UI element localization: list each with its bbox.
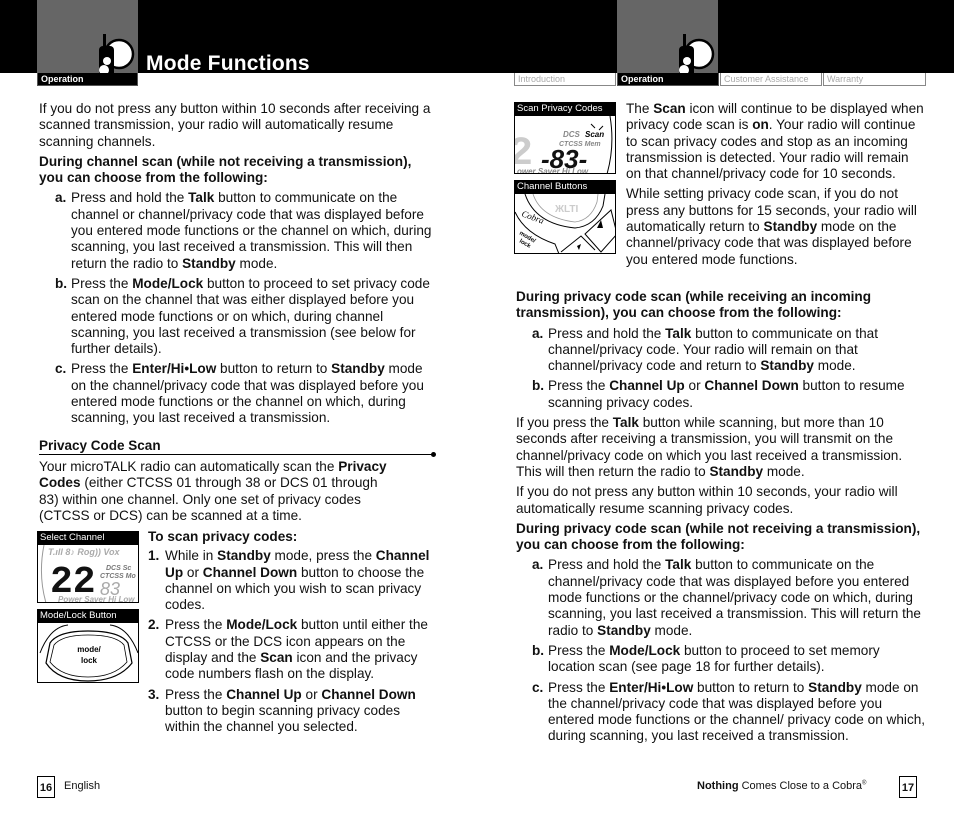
figure-label-scan-privacy-codes: Scan Privacy Codes [514,102,616,116]
not-receiving-option: b. Press the Mode/Lock button to proceed … [516,643,926,676]
svg-text:T.ıll 8♪ Rog)) Vox: T.ıll 8♪ Rog)) Vox [48,547,120,557]
privacy-scan-intro: Your microTALK radio can automatically s… [39,459,389,524]
receiving-option: b. Press the Channel Up or Channel Down b… [516,378,926,411]
scan-step-label: 3. [148,686,160,702]
scan-info-text: The Scan icon will continue to be displa… [626,101,926,268]
scan-steps: To scan privacy codes: 1. While in Standb… [148,529,438,736]
scan-indicator: Scan [585,130,604,139]
channel-scan-heading: During channel scan (while not receiving… [39,153,412,186]
scan-step: 2. Press the Mode/Lock button until eithe… [148,617,438,682]
scan-step-label: 2. [148,617,160,633]
scan-info-paragraph-1: The Scan icon will continue to be displa… [626,101,924,182]
channel-scan-option-text: Press the Mode/Lock button to proceed to… [71,275,430,357]
talk-paragraph: If you press the Talk button while scann… [516,415,903,479]
channel-scan-option-text: Press and hold the Talk button to commun… [71,190,432,271]
registered-mark: ® [862,780,867,787]
section-tab-operation: Operation [37,73,138,86]
receiving-option-text: Press and hold the Talk button to commun… [548,325,878,374]
mode-lock-line2: lock [81,656,98,665]
mode-lock-button-image: mode/ lock [39,624,138,682]
nav-tab-introduction[interactable]: Introduction [514,73,616,86]
receiving-option: a. Press and hold the Talk button to comm… [516,326,926,375]
channel-scan-option: c. Press the Enter/Hi•Low button to retur… [39,361,434,426]
footer-tagline: Nothing Comes Close to a Cobra® [697,780,866,792]
figure-mode-lock-button: mode/ lock [37,623,139,683]
scan-step-text: Press the Channel Up or Channel Down but… [165,686,416,735]
figure-channel-buttons: ЖLTI Cobra mode/ lock [514,194,616,254]
nav-tab-warranty[interactable]: Warranty [823,73,926,86]
scan-step: 1. While in Standby mode, press the Chann… [148,548,438,613]
figure-select-channel-display: T.ıll 8♪ Rog)) Vox 22 DCS Sc CTCSS Mo 83… [37,545,139,603]
resume-paragraph: If you do not press any button within 10… [516,484,898,516]
nav-tab-operation[interactable]: Operation [617,73,719,86]
channel-scan-option: b. Press the Mode/Lock button to proceed … [39,276,434,357]
nav-tab-customer-assistance[interactable]: Customer Assistance [720,73,822,86]
receiving-option-label: a. [532,325,544,341]
channel-scan-option: a. Press and hold the Talk button to comm… [39,190,434,271]
page-number-left: 16 [37,776,55,798]
section-divider [39,454,434,455]
scan-info-paragraph-2: While setting privacy code scan, if you … [626,186,917,267]
left-page-body: If you do not press any button within 10… [39,101,434,427]
svg-text:DCS Sc: DCS Sc [106,565,131,572]
receiving-option-label: b. [532,378,545,394]
figure-label-select-channel: Select Channel [37,531,139,545]
not-receiving-option-label: b. [532,642,545,658]
not-receiving-option-label: a. [532,557,544,573]
not-receiving-option: c. Press the Enter/Hi•Low button to retur… [516,680,926,745]
channel-scan-option-text: Press the Enter/Hi•Low button to return … [71,361,424,426]
lcd-display-image: T.ıll 8♪ Rog)) Vox 22 DCS Sc CTCSS Mo 83… [40,545,137,603]
right-page-body: During privacy code scan (while receivin… [516,289,926,745]
svg-text:ower Saver Hi Low: ower Saver Hi Low [517,167,589,174]
not-receiving-option-label: c. [532,679,544,695]
receiving-option-text: Press the Channel Up or Channel Down but… [548,378,905,410]
mode-lock-line1: mode/ [77,645,101,654]
footer-language: English [64,780,101,792]
privacy-scan-intro-text: Your microTALK radio can automatically s… [39,459,387,523]
not-receiving-option-text: Press the Enter/Hi•Low button to return … [548,679,926,744]
scan-step-text: Press the Mode/Lock button until either … [165,617,428,682]
intro-paragraph: If you do not press any button within 10… [39,101,431,149]
svg-text:ЖLTI: ЖLTI [554,204,579,215]
page-number-right: 17 [899,776,917,798]
svg-text:Power Saver Hi Low: Power Saver Hi Low [58,595,135,603]
scan-step-label: 1. [148,548,160,564]
section-heading-privacy-code-scan: Privacy Code Scan [39,438,161,453]
svg-text:DCS: DCS [563,130,581,139]
channel-buttons-image: ЖLTI Cobra mode/ lock [515,194,615,253]
not-receiving-heading: During privacy code scan (while not rece… [516,520,921,553]
section-divider-dot [431,452,436,457]
figure-scan-privacy-codes-display: 2 DCS Scan CTCSS Mem -83- ower Saver Hi … [514,116,616,174]
channel-scan-option-label: c. [55,361,67,377]
not-receiving-option: a. Press and hold the Talk button to comm… [516,557,926,638]
page-title: Mode Functions [146,52,310,75]
not-receiving-option-text: Press and hold the Talk button to commun… [548,557,921,638]
channel-scan-option-label: b. [55,275,68,291]
footer-tagline-text: Comes Close to a Cobra [738,780,863,792]
figure-label-mode-lock-button: Mode/Lock Button [37,609,139,623]
scan-step: 3. Press the Channel Up or Channel Down b… [148,687,438,736]
footer-tagline-bold: Nothing [697,780,739,792]
not-receiving-option-text: Press the Mode/Lock button to proceed to… [548,642,880,675]
scan-step-text: While in Standby mode, press the Channel… [165,548,430,613]
steps-heading: To scan privacy codes: [148,529,298,544]
lcd-scan-image: 2 DCS Scan CTCSS Mem -83- ower Saver Hi … [515,116,613,174]
channel-scan-option-label: a. [55,190,67,206]
receiving-heading: During privacy code scan (while receivin… [516,289,872,321]
figure-label-channel-buttons: Channel Buttons [514,180,616,194]
